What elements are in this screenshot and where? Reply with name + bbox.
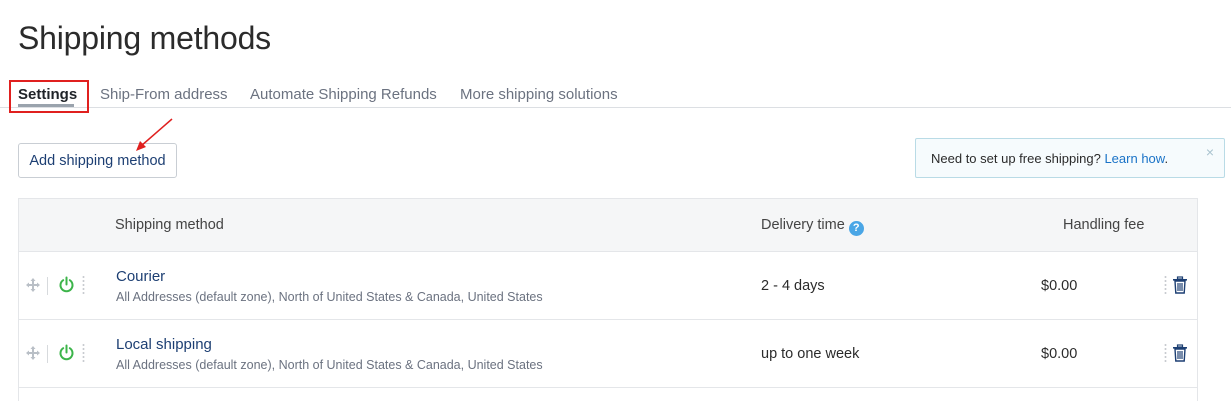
drag-handle-icon[interactable] (25, 345, 41, 361)
method-zones: All Addresses (default zone), North of U… (116, 290, 543, 304)
delivery-time: 2 - 4 days (761, 278, 825, 294)
tab-more-shipping-solutions[interactable]: More shipping solutions (460, 86, 618, 103)
tab-bar: Settings Ship-From address Automate Ship… (0, 78, 1231, 108)
notice-suffix: . (1164, 151, 1169, 166)
learn-how-link[interactable]: Learn how (1104, 151, 1164, 166)
table-row: Local shipping All Addresses (default zo… (19, 320, 1197, 388)
close-icon[interactable]: × (1206, 144, 1214, 160)
kebab-menu-icon[interactable] (82, 343, 85, 365)
header-shipping-method: Shipping method (115, 217, 224, 233)
header-handling-fee: Handling fee (1063, 217, 1145, 233)
header-delivery-time: Delivery time? (761, 217, 864, 236)
drag-handle-icon[interactable] (25, 277, 41, 293)
table-header: Shipping method Delivery time? Handling … (19, 199, 1197, 252)
table-row: Courier All Addresses (default zone), No… (19, 252, 1197, 320)
kebab-menu-icon[interactable] (1164, 275, 1167, 297)
free-shipping-notice: Need to set up free shipping? Learn how.… (915, 138, 1225, 178)
power-icon[interactable] (58, 344, 75, 361)
trash-icon[interactable] (1172, 344, 1188, 362)
divider (47, 277, 48, 295)
handling-fee: $0.00 (1041, 278, 1078, 294)
annotation-highlight-box (9, 80, 89, 113)
method-name-link[interactable]: Local shipping (116, 336, 212, 353)
power-icon[interactable] (58, 276, 75, 293)
kebab-menu-icon[interactable] (82, 275, 85, 297)
trash-icon[interactable] (1172, 276, 1188, 294)
tab-automate-shipping-refunds[interactable]: Automate Shipping Refunds (250, 86, 437, 103)
shipping-methods-table: Shipping method Delivery time? Handling … (18, 198, 1198, 401)
kebab-menu-icon[interactable] (1164, 343, 1167, 365)
help-icon[interactable]: ? (848, 221, 864, 236)
notice-text: Need to set up free shipping? (931, 151, 1105, 166)
tab-ship-from-address[interactable]: Ship-From address (100, 86, 228, 103)
page-title: Shipping methods (18, 20, 271, 56)
add-shipping-method-button[interactable]: Add shipping method (18, 143, 177, 178)
handling-fee: $0.00 (1041, 346, 1078, 362)
divider (47, 345, 48, 363)
method-name-link[interactable]: Courier (116, 268, 165, 285)
delivery-time: up to one week (761, 346, 860, 362)
method-zones: All Addresses (default zone), North of U… (116, 358, 543, 372)
